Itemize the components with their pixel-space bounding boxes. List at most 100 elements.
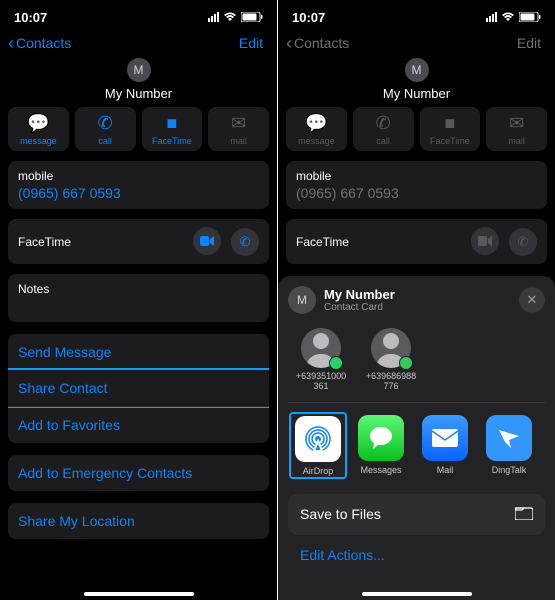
status-indicators [486, 12, 541, 22]
contact-title: My Number [278, 86, 555, 101]
close-icon: ✕ [527, 292, 538, 308]
mail-icon: ✉ [231, 113, 246, 134]
back-button[interactable]: ‹Contacts [8, 34, 71, 52]
notes-card[interactable]: Notes [8, 274, 269, 322]
nav-bar: ‹Contacts Edit [278, 28, 555, 58]
sheet-subtitle: Contact Card [324, 302, 395, 313]
notes-label: Notes [18, 282, 259, 296]
send-message-item[interactable]: Send Message [8, 334, 269, 370]
facetime-button[interactable]: ■FaceTime [420, 107, 481, 151]
home-indicator[interactable] [362, 592, 472, 596]
chevron-left-icon: ‹ [286, 34, 292, 52]
message-icon: 💬 [27, 113, 49, 134]
airdrop-app[interactable]: AirDrop [289, 412, 347, 479]
contact-suggestion[interactable]: +639351000361 [294, 328, 348, 392]
wifi-icon [501, 12, 515, 22]
video-icon: ■ [444, 113, 455, 134]
mobile-value: (0965) 667 0593 [296, 185, 537, 201]
cellular-icon [208, 12, 219, 22]
facetime-video-button[interactable] [471, 227, 499, 255]
facetime-card: FaceTime ✆ [8, 219, 269, 264]
save-to-files-label: Save to Files [300, 506, 381, 522]
back-button[interactable]: ‹Contacts [286, 34, 349, 52]
facetime-audio-button[interactable]: ✆ [231, 228, 259, 256]
mobile-label: mobile [18, 169, 259, 183]
messages-app[interactable]: Messages [354, 415, 408, 476]
call-button[interactable]: ✆call [75, 107, 136, 151]
facetime-label: FaceTime [18, 235, 71, 249]
mail-button: ✉mail [208, 107, 269, 151]
messages-icon [358, 415, 404, 461]
battery-icon [241, 12, 263, 22]
mobile-card[interactable]: mobile (0965) 667 0593 [8, 161, 269, 209]
message-button[interactable]: 💬message [286, 107, 347, 151]
share-contact-item[interactable]: Share Contact [8, 368, 269, 408]
call-button[interactable]: ✆call [353, 107, 414, 151]
home-indicator[interactable] [84, 592, 194, 596]
app-label: DingTalk [482, 465, 536, 475]
status-time: 10:07 [14, 10, 47, 25]
edit-actions-item[interactable]: Edit Actions... [288, 535, 545, 563]
share-location-item[interactable]: Share My Location [8, 503, 269, 539]
mobile-label: mobile [296, 169, 537, 183]
sheet-avatar: M [288, 286, 316, 314]
app-label: Mail [418, 465, 472, 475]
facetime-card: FaceTime ✆ [286, 219, 547, 264]
message-button[interactable]: 💬message [8, 107, 69, 151]
phone-icon: ✆ [98, 113, 113, 134]
folder-icon [515, 506, 533, 523]
battery-icon [519, 12, 541, 22]
mail-app[interactable]: Mail [418, 415, 472, 476]
contact-header: M My Number [278, 58, 555, 101]
status-time: 10:07 [292, 10, 325, 25]
dingtalk-icon [486, 415, 532, 461]
video-icon: ■ [166, 113, 177, 134]
facetime-audio-button[interactable]: ✆ [509, 228, 537, 256]
avatar: M [405, 58, 429, 82]
chevron-left-icon: ‹ [8, 34, 14, 52]
facetime-video-button[interactable] [193, 227, 221, 255]
phone-icon: ✆ [376, 113, 391, 134]
edit-button[interactable]: Edit [239, 35, 269, 51]
sheet-apps: AirDrop Messages Mail DingTalk [288, 403, 545, 482]
phone-left: 10:07 ‹Contacts Edit M My Number 💬messag… [0, 0, 277, 600]
avatar: M [127, 58, 151, 82]
status-indicators [208, 12, 263, 22]
save-to-files-item[interactable]: Save to Files [288, 494, 545, 535]
app-label: Messages [354, 465, 408, 475]
share-sheet: M My Number Contact Card ✕ +639351000361… [278, 276, 555, 600]
contact-label: +639686988776 [364, 372, 418, 392]
status-bar: 10:07 [0, 0, 277, 28]
mobile-card[interactable]: mobile (0965) 667 0593 [286, 161, 547, 209]
edit-button[interactable]: Edit [517, 35, 547, 51]
menu-group-3: Share My Location [8, 503, 269, 539]
sheet-title: My Number [324, 287, 395, 302]
sheet-contacts: +639351000361 +639686988776 [288, 314, 545, 403]
status-bar: 10:07 [278, 0, 555, 28]
whatsapp-badge-icon [329, 356, 343, 370]
close-button[interactable]: ✕ [519, 287, 545, 313]
menu-group-2: Add to Emergency Contacts [8, 455, 269, 491]
app-label: AirDrop [292, 466, 344, 476]
action-row: 💬message ✆call ■FaceTime ✉mail [0, 107, 277, 151]
airdrop-icon [295, 416, 341, 462]
add-emergency-item[interactable]: Add to Emergency Contacts [8, 455, 269, 491]
facetime-button[interactable]: ■FaceTime [142, 107, 203, 151]
mail-icon [422, 415, 468, 461]
mail-button: ✉mail [486, 107, 547, 151]
facetime-label: FaceTime [296, 235, 349, 249]
contact-label: +639351000361 [294, 372, 348, 392]
dingtalk-app[interactable]: DingTalk [482, 415, 536, 476]
cellular-icon [486, 12, 497, 22]
sheet-header: M My Number Contact Card ✕ [288, 286, 545, 314]
contact-title: My Number [0, 86, 277, 101]
menu-group-1: Send Message Share Contact Add to Favori… [8, 334, 269, 443]
wifi-icon [223, 12, 237, 22]
contact-suggestion[interactable]: +639686988776 [364, 328, 418, 392]
contact-header: M My Number [0, 58, 277, 101]
action-row: 💬message ✆call ■FaceTime ✉mail [278, 107, 555, 151]
mobile-value: (0965) 667 0593 [18, 185, 259, 201]
nav-bar: ‹Contacts Edit [0, 28, 277, 58]
mail-icon: ✉ [509, 113, 524, 134]
add-favorites-item[interactable]: Add to Favorites [8, 406, 269, 443]
